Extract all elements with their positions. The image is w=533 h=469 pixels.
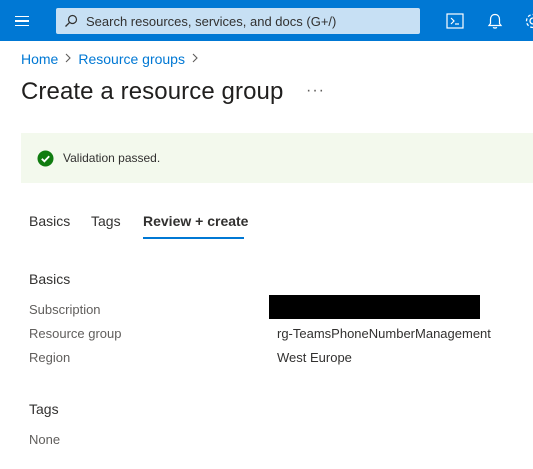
- tags-section-heading: Tags: [29, 401, 59, 417]
- settings-gear-icon[interactable]: [521, 9, 533, 33]
- breadcrumb: Home Resource groups: [21, 51, 205, 67]
- resource-group-value: rg-TeamsPhoneNumberManagement: [277, 326, 491, 341]
- region-label: Region: [29, 350, 71, 365]
- notifications-bell-icon[interactable]: [483, 9, 507, 33]
- resource-group-label: Resource group: [29, 326, 122, 341]
- top-navigation-bar: Search resources, services, and docs (G+…: [0, 0, 533, 41]
- redacted-subscription-value: [269, 295, 480, 319]
- tab-review-create[interactable]: Review + create: [143, 213, 248, 229]
- search-placeholder: Search resources, services, and docs (G+…: [86, 13, 337, 29]
- basics-section-heading: Basics: [29, 271, 71, 287]
- tab-tags[interactable]: Tags: [91, 213, 121, 229]
- region-value: West Europe: [277, 350, 352, 365]
- tags-value: None: [29, 432, 61, 447]
- breadcrumb-resource-groups[interactable]: Resource groups: [78, 51, 185, 67]
- more-options-button[interactable]: ···: [306, 82, 325, 100]
- validation-banner: Validation passed.: [21, 133, 533, 183]
- search-icon: [56, 8, 86, 34]
- page-title: Create a resource group: [21, 78, 284, 105]
- active-tab-indicator: [143, 237, 244, 239]
- menu-icon[interactable]: [12, 11, 32, 31]
- chevron-right-icon: [58, 51, 78, 67]
- cloud-shell-icon[interactable]: [443, 9, 467, 33]
- subscription-label: Subscription: [29, 302, 101, 317]
- tab-basics[interactable]: Basics: [29, 213, 70, 229]
- check-circle-icon: [37, 150, 54, 166]
- search-input[interactable]: Search resources, services, and docs (G+…: [56, 8, 420, 34]
- validation-status-text: Validation passed.: [63, 151, 161, 165]
- chevron-right-icon: [185, 51, 205, 67]
- breadcrumb-home[interactable]: Home: [21, 51, 58, 67]
